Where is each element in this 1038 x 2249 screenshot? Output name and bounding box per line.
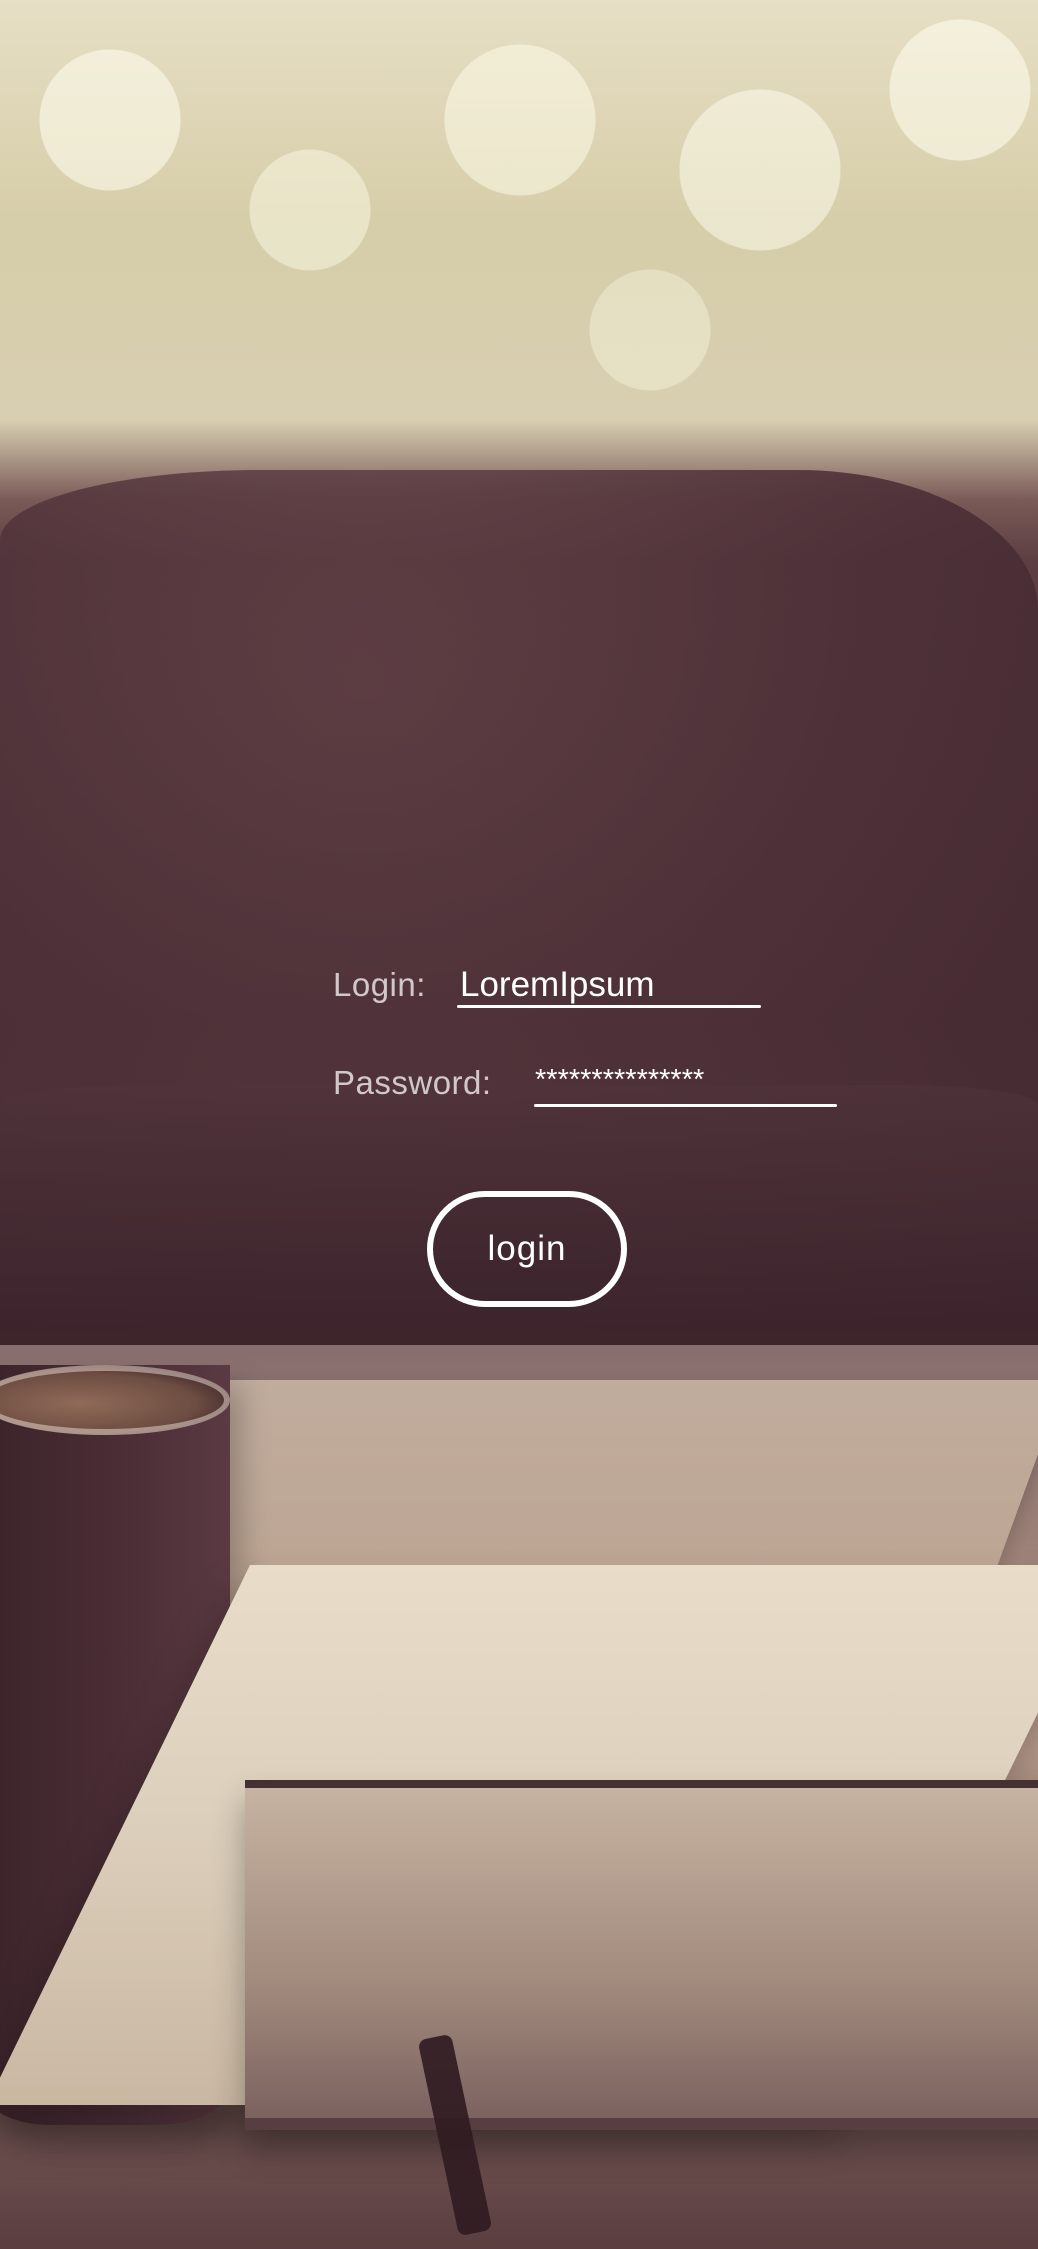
login-input[interactable]: LoremIpsum: [460, 965, 655, 1005]
background-book-pages: [245, 1780, 1038, 2130]
login-screen: Login: LoremIpsum Password: ************…: [0, 0, 1038, 2249]
password-input[interactable]: ***************: [535, 1064, 704, 1097]
login-button[interactable]: login: [427, 1191, 627, 1307]
